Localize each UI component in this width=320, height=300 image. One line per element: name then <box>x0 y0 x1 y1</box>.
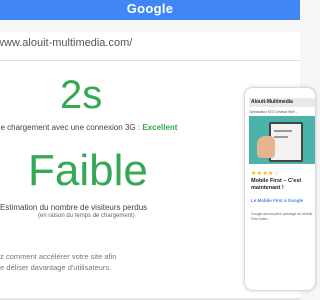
google-header: Google <box>0 0 300 20</box>
preview-article-link: Le Mobile First à Google <box>251 198 304 203</box>
load-time-rating: Excellent <box>142 123 178 132</box>
visitor-loss-level: Faible <box>28 146 148 195</box>
load-time-label: de chargement avec une connexion 3G : <box>0 123 143 132</box>
preview-article-title: Mobile First – C'est maintenant ! <box>251 178 302 191</box>
visitor-loss-description: Estimation du nombre de visiteurs perdus <box>0 203 148 212</box>
illustration-line <box>274 130 292 132</box>
load-time-description: de chargement avec une connexion 3G : Ex… <box>0 123 177 132</box>
illustration-line <box>274 136 288 138</box>
rating-stars-icon: ★★★★☆ <box>251 171 280 177</box>
preview-article-text: Google annonçait le passage au Mobile Fi… <box>251 212 313 221</box>
speed-tips-text: ez comment accélérer votre site afin de … <box>0 252 117 272</box>
load-time-value: 2s <box>60 73 103 117</box>
url-bar: www.alouit-multimedia.com/ <box>0 32 300 61</box>
mobile-preview-screen: Alouit-Multimedia Optimisation SEO Créat… <box>249 98 315 276</box>
visitor-loss-note: (en raison du temps de chargement) <box>38 213 135 219</box>
google-logo: Google <box>126 1 174 16</box>
preview-site-name: Alouit-Multimedia <box>249 98 315 107</box>
site-url: www.alouit-multimedia.com/ <box>0 37 133 49</box>
preview-menu: Optimisation SEO Création Web ... <box>249 110 299 114</box>
preview-hero-image <box>249 116 315 164</box>
mobile-preview: Alouit-Multimedia Optimisation SEO Créat… <box>244 87 316 291</box>
hand-illustration <box>257 136 275 158</box>
